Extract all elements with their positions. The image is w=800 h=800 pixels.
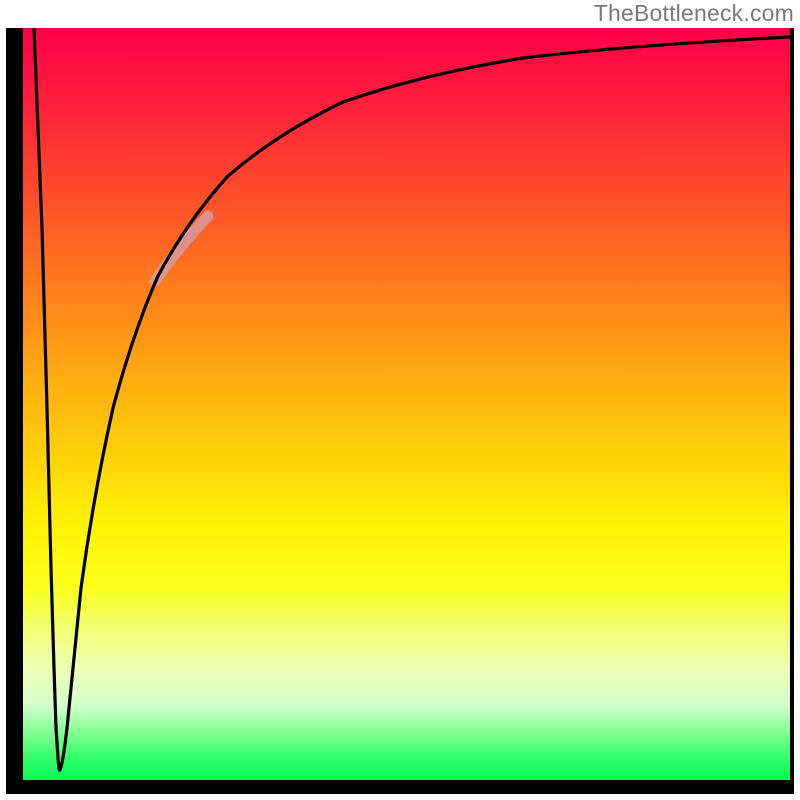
chart-root: TheBottleneck.com xyxy=(0,0,800,800)
watermark-text: TheBottleneck.com xyxy=(594,0,794,27)
highlight-segment xyxy=(155,216,208,281)
curve-layer xyxy=(23,28,790,780)
main-curve xyxy=(34,28,790,770)
plot-frame xyxy=(6,28,794,794)
